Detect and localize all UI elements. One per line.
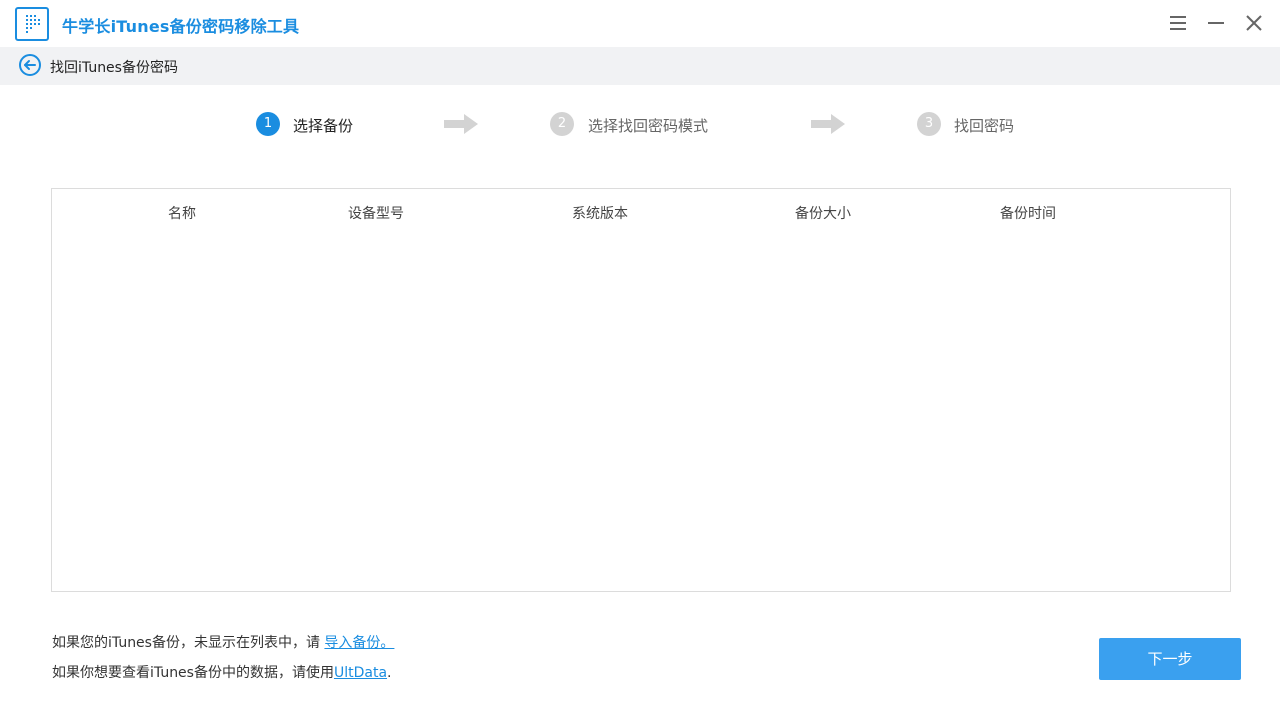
page-title: 找回iTunes备份密码: [50, 57, 178, 77]
import-backup-link[interactable]: 导入备份。: [324, 635, 394, 651]
title-bar: 牛学长iTunes备份密码移除工具: [0, 0, 1280, 47]
ultdata-note: 如果你想要查看iTunes备份中的数据，请使用UltData.: [52, 658, 394, 688]
back-arrow-icon[interactable]: [18, 53, 42, 77]
step-arrow-icon: [442, 112, 480, 140]
column-header-name: 名称: [168, 203, 196, 223]
import-note-text: 如果您的iTunes备份，未显示在列表中，请: [52, 635, 324, 651]
app-title: 牛学长iTunes备份密码移除工具: [62, 13, 299, 37]
step-2-label: 选择找回密码模式: [588, 115, 708, 136]
column-header-device-model: 设备型号: [348, 203, 404, 223]
help-notes: 如果您的iTunes备份，未显示在列表中，请 导入备份。 如果你想要查看iTun…: [52, 628, 394, 688]
step-2-number: 2: [550, 112, 574, 136]
app-logo-icon: [15, 7, 49, 41]
ultdata-note-suffix: .: [387, 665, 391, 681]
step-1-label: 选择备份: [293, 115, 353, 136]
column-header-backup-time: 备份时间: [1000, 203, 1056, 223]
step-3-label: 找回密码: [954, 115, 1014, 136]
ultdata-link[interactable]: UltData: [334, 665, 387, 681]
step-1-number: 1: [256, 112, 280, 136]
close-icon[interactable]: [1242, 11, 1266, 35]
import-note: 如果您的iTunes备份，未显示在列表中，请 导入备份。: [52, 628, 394, 658]
step-arrow-icon: [809, 112, 847, 140]
backup-table[interactable]: 名称 设备型号 系统版本 备份大小 备份时间: [51, 188, 1231, 592]
minimize-icon[interactable]: [1204, 11, 1228, 35]
step-3-number: 3: [917, 112, 941, 136]
menu-icon[interactable]: [1166, 11, 1190, 35]
column-header-os-version: 系统版本: [572, 203, 628, 223]
sub-header: 找回iTunes备份密码: [0, 47, 1280, 85]
column-header-backup-size: 备份大小: [795, 203, 851, 223]
step-indicator: 1 选择备份 2 选择找回密码模式 3 找回密码: [0, 110, 1280, 140]
next-step-button[interactable]: 下一步: [1099, 638, 1241, 680]
ultdata-note-text: 如果你想要查看iTunes备份中的数据，请使用: [52, 665, 334, 681]
